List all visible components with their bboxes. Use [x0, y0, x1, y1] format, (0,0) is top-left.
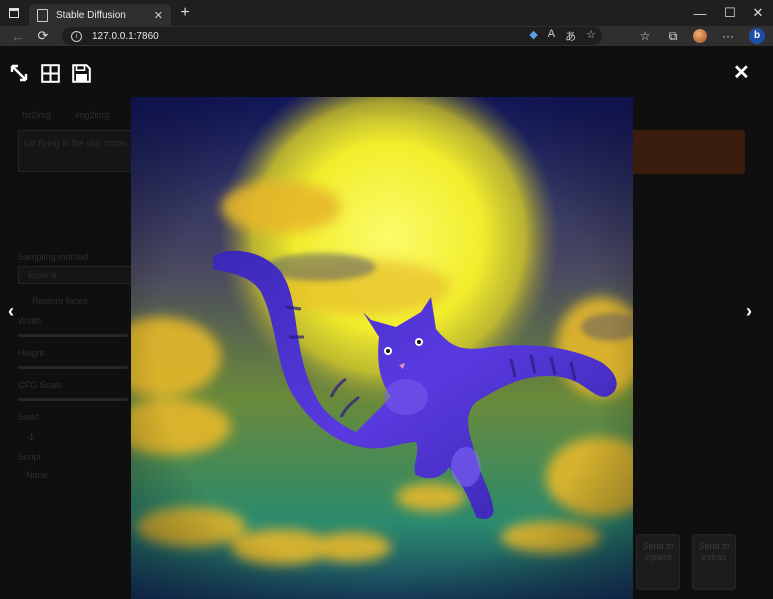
more-options-icon[interactable]: ··· — [718, 26, 738, 46]
ghost-label: Euler a — [28, 270, 57, 280]
tag-icon[interactable]: ◆ — [529, 28, 537, 44]
browser-tab-strip: Stable Diffusion ✕ + — ☐ ✕ — [0, 0, 773, 26]
ghost-slider — [18, 366, 128, 369]
ghost-label: Sampling method — [18, 252, 89, 262]
bing-copilot-icon[interactable]: b — [747, 26, 767, 46]
translate-icon[interactable]: あ — [565, 28, 576, 44]
generated-image[interactable] — [131, 97, 633, 599]
ghost-label: Restore faces — [32, 296, 88, 306]
tile-icon[interactable] — [40, 63, 60, 83]
next-image-arrow[interactable]: › — [746, 301, 752, 322]
minimize-button[interactable]: — — [683, 0, 717, 26]
ghost-label: -1 — [26, 432, 35, 442]
url-text: 127.0.0.1:7860 — [92, 30, 159, 42]
new-tab-button[interactable]: + — [178, 5, 192, 21]
ghost-slider — [18, 398, 128, 401]
ghost-send-inpaint-button: Send to inpaint — [636, 534, 680, 590]
ghost-label: Width — [18, 316, 42, 326]
window-close-button[interactable]: ✕ — [743, 0, 773, 26]
favorites-icon[interactable]: ☆ — [635, 26, 655, 46]
ghost-label: Seed — [18, 412, 40, 422]
previous-image-arrow[interactable]: ‹ — [8, 301, 14, 322]
tab-stable-diffusion[interactable]: Stable Diffusion ✕ — [29, 4, 171, 26]
profile-avatar[interactable] — [690, 26, 710, 46]
ghost-label: None — [26, 470, 48, 480]
read-aloud-icon[interactable]: A — [548, 28, 555, 44]
maximize-button[interactable]: ☐ — [713, 0, 747, 26]
address-toolbar: ← ⟳ i 127.0.0.1:7860 ◆ A あ ☆ ☆ ⧉ ··· b — [0, 26, 773, 46]
save-icon[interactable] — [71, 63, 91, 83]
fullscreen-icon[interactable] — [9, 63, 29, 83]
ghost-label: Script — [18, 452, 42, 462]
address-bar[interactable]: i 127.0.0.1:7860 ◆ A あ ☆ — [62, 27, 602, 45]
tab-title: Stable Diffusion — [56, 9, 126, 21]
tab-close-icon[interactable]: ✕ — [154, 9, 163, 22]
ghost-slider — [18, 334, 128, 337]
ghost-send-extras-button: Send to extras — [692, 534, 736, 590]
collections-icon[interactable]: ⧉ — [663, 26, 683, 46]
ghost-label: Height — [18, 348, 45, 358]
tab-actions-icon[interactable] — [0, 0, 28, 26]
page-icon — [37, 8, 48, 22]
ghost-tab-img2img: img2img — [75, 110, 110, 120]
site-info-icon[interactable]: i — [71, 30, 82, 42]
ghost-label: CFG Scale — [18, 380, 63, 390]
favorite-add-icon[interactable]: ☆ — [586, 28, 596, 44]
lightbox-close-button[interactable]: ✕ — [733, 63, 750, 83]
back-icon[interactable]: ← — [8, 26, 28, 46]
ghost-tab-txt2img: txt2img — [22, 110, 52, 120]
ghost-prompt-box — [18, 130, 132, 172]
refresh-icon[interactable]: ⟳ — [33, 26, 53, 46]
